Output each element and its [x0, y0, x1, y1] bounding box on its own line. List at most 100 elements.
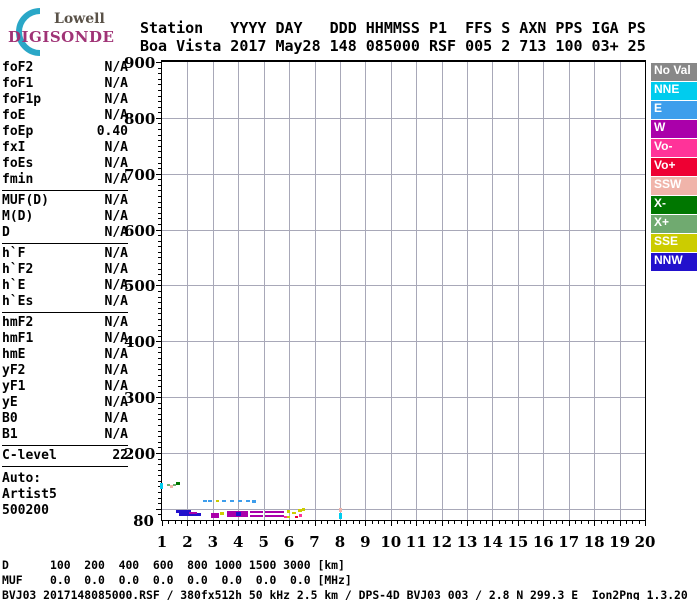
gridline-vertical [315, 62, 316, 520]
y-axis-minor-tick [158, 263, 161, 264]
x-axis-minor-tick [397, 521, 398, 524]
echo-mark [246, 500, 250, 502]
x-axis-minor-tick [200, 521, 201, 524]
separator-line [2, 445, 128, 446]
param-label: foEp [2, 124, 33, 140]
y-axis-minor-tick [158, 392, 161, 393]
x-axis-label: 16 [531, 533, 555, 551]
x-axis-minor-tick [423, 521, 424, 524]
y-axis-minor-tick [158, 364, 161, 365]
y-axis-label: 900 [124, 54, 154, 72]
param-row: h`EsN/A [2, 294, 128, 310]
param-value: N/A [105, 363, 128, 379]
x-axis-label: 20 [633, 533, 657, 551]
gridline-vertical [238, 62, 239, 520]
x-axis-label: 17 [557, 533, 581, 551]
x-axis-minor-tick [448, 521, 449, 524]
legend-item: No Val [651, 63, 697, 81]
x-axis-minor-tick [581, 521, 582, 524]
param-row: foF2N/A [2, 60, 128, 76]
y-axis-minor-tick [158, 375, 161, 376]
param-label: h`F [2, 246, 25, 262]
param-value: N/A [105, 76, 128, 92]
gridline-vertical [442, 62, 443, 520]
y-axis-minor-tick [158, 157, 161, 158]
param-value: N/A [105, 294, 128, 310]
x-axis-tick [518, 521, 519, 526]
y-axis-minor-tick [158, 274, 161, 275]
x-axis-minor-tick [588, 521, 589, 524]
echo-mark [265, 511, 284, 513]
param-row: fminN/A [2, 172, 128, 188]
param-value: N/A [105, 427, 128, 443]
x-axis-tick [620, 521, 621, 526]
x-axis-minor-tick [206, 521, 207, 524]
legend-item: NNE [651, 82, 697, 100]
y-axis-label: 80 [124, 512, 154, 530]
gridline-vertical [213, 62, 214, 520]
y-axis-label: 800 [124, 110, 154, 128]
y-axis-minor-tick [158, 84, 161, 85]
param-label: h`E [2, 278, 25, 294]
y-axis-tick [156, 509, 161, 510]
y-axis-minor-tick [158, 196, 161, 197]
direction-legend: No ValNNEEWVo-Vo+SSWX-X+SSENNW [651, 63, 697, 272]
logo-lowell-text: Lowell [54, 11, 105, 27]
x-axis-label: 2 [175, 533, 199, 551]
x-axis-label: 18 [582, 533, 606, 551]
param-row: C-level22 [2, 448, 128, 464]
echo-mark [287, 516, 290, 518]
echo-mark [222, 500, 226, 502]
param-row: hmEN/A [2, 347, 128, 363]
y-axis-minor-tick [158, 246, 161, 247]
y-axis-minor-tick [158, 163, 161, 164]
x-axis-minor-tick [562, 521, 563, 524]
param-label: fmin [2, 172, 33, 188]
x-axis-minor-tick [251, 521, 252, 524]
x-axis-minor-tick [384, 521, 385, 524]
param-label: foEs [2, 156, 33, 172]
y-axis-label: 700 [124, 166, 154, 184]
y-axis-minor-tick [158, 425, 161, 426]
x-axis-tick [213, 521, 214, 526]
separator-line [2, 312, 128, 313]
x-axis-minor-tick [334, 521, 335, 524]
x-axis-minor-tick [505, 521, 506, 524]
x-axis-minor-tick [454, 521, 455, 524]
param-value: N/A [105, 411, 128, 427]
x-axis-minor-tick [486, 521, 487, 524]
param-row: M(D)N/A [2, 209, 128, 225]
x-axis-minor-tick [626, 521, 627, 524]
y-axis-minor-tick [158, 475, 161, 476]
x-axis-minor-tick [219, 521, 220, 524]
y-axis-minor-tick [158, 202, 161, 203]
y-axis-tick [156, 453, 161, 454]
separator-line [2, 190, 128, 191]
y-axis-minor-tick [158, 107, 161, 108]
y-axis-minor-tick [158, 347, 161, 348]
x-axis-tick [289, 521, 290, 526]
x-axis-minor-tick [295, 521, 296, 524]
echo-mark [250, 515, 263, 517]
echo-mark [160, 483, 163, 489]
status-line: BVJ03_2017148085000.RSF / 380fx512h 50 k… [2, 589, 688, 600]
gridline-vertical [340, 62, 341, 520]
x-axis-minor-tick [181, 521, 182, 524]
gridline-horizontal [162, 397, 645, 398]
x-axis-tick [365, 521, 366, 526]
y-axis-minor-tick [158, 447, 161, 448]
x-axis-minor-tick [257, 521, 258, 524]
param-value: N/A [105, 193, 128, 209]
x-axis-minor-tick [613, 521, 614, 524]
y-axis-minor-tick [158, 190, 161, 191]
separator-line [2, 243, 128, 244]
y-axis-minor-tick [158, 436, 161, 437]
param-label: fxI [2, 140, 25, 156]
param-row: h`FN/A [2, 246, 128, 262]
x-axis-minor-tick [353, 521, 354, 524]
echo-mark [238, 500, 242, 502]
x-axis-minor-tick [473, 521, 474, 524]
x-axis-tick [162, 521, 163, 526]
echo-mark [250, 511, 263, 513]
echo-mark [252, 500, 256, 502]
